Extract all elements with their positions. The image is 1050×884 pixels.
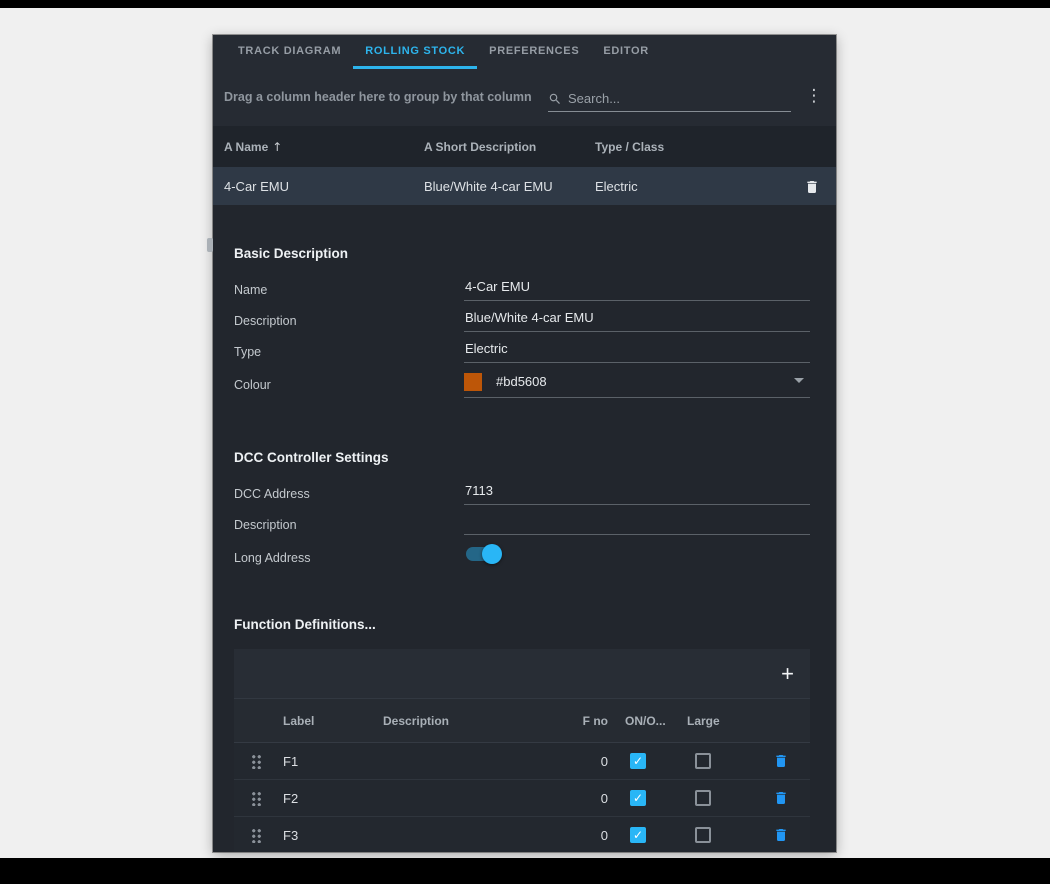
onoff-checkbox[interactable] [630,827,646,843]
stock-row-name: 4-Car EMU [224,179,424,194]
function-toolbar: + [234,649,810,699]
field-colour-label: Colour [234,378,464,392]
field-name: Name 4-Car EMU [234,274,810,305]
field-colour: Colour #bd5608 [234,367,810,403]
detail-panel: Basic Description Name 4-Car EMU Descrip… [213,205,836,852]
splitter-grip[interactable] [207,238,213,252]
onoff-checkbox[interactable] [630,790,646,806]
field-dcc-description: Description [234,509,810,540]
section-function-definitions: Function Definitions... [234,616,810,633]
column-header-description[interactable]: A Short Description [424,140,595,154]
large-checkbox[interactable] [695,753,711,769]
search-icon [548,92,562,106]
trash-icon [773,753,789,769]
stock-row-type: Electric [595,179,788,194]
long-address-toggle[interactable] [465,544,502,564]
fn-label-cell[interactable]: F2 [278,791,378,806]
delete-function-button[interactable] [769,749,793,773]
fn-label-cell[interactable]: F1 [278,754,378,769]
tab-preferences[interactable]: PREFERENCES [477,35,591,69]
fn-fno-cell[interactable]: 0 [568,828,608,843]
field-description-input[interactable]: Blue/White 4-car EMU [464,310,810,332]
column-header-type[interactable]: Type / Class [595,140,788,154]
field-type-label: Type [234,345,464,359]
field-dcc-address-label: DCC Address [234,487,464,501]
field-dcc-address-input[interactable]: 7113 [464,483,810,505]
trash-icon [773,827,789,843]
fn-column-fno[interactable]: F no [568,714,608,728]
fn-column-onoff[interactable]: ON/O... [608,714,668,728]
tab-rolling-stock[interactable]: ROLLING STOCK [353,35,477,69]
section-basic-description: Basic Description [234,245,810,262]
fn-fno-cell[interactable]: 0 [568,754,608,769]
drag-handle-icon[interactable] [251,790,262,806]
field-type-input[interactable]: Electric [464,341,810,363]
field-type: Type Electric [234,336,810,367]
colour-swatch [464,373,482,391]
large-checkbox[interactable] [695,827,711,843]
field-long-address: Long Address [234,540,810,576]
grid-toolbar: Drag a column header here to group by th… [213,69,836,126]
tab-editor[interactable]: EDITOR [591,35,661,69]
delete-function-button[interactable] [769,786,793,810]
fn-column-description[interactable]: Description [378,714,568,728]
stock-row-description: Blue/White 4-car EMU [424,179,595,194]
fn-column-label[interactable]: Label [278,714,378,728]
search-box [548,91,791,112]
more-options-icon[interactable]: ⋮ [804,86,824,106]
colour-hex-value: #bd5608 [496,374,547,389]
stock-table-row[interactable]: 4-Car EMU Blue/White 4-car EMU Electric [213,167,836,206]
drag-handle-icon[interactable] [251,753,262,769]
column-header-name-label: A Name [224,140,268,154]
field-name-label: Name [234,283,464,297]
function-row: F2 0 [234,780,810,817]
tab-bar: TRACK DIAGRAM ROLLING STOCK PREFERENCES … [213,35,836,69]
tab-track-diagram[interactable]: TRACK DIAGRAM [226,35,353,69]
function-table-header: Label Description F no ON/O... Large [234,699,810,743]
colour-dropdown[interactable]: #bd5608 [464,373,810,398]
stock-table-header: A Name ↑ A Short Description Type / Class [213,126,836,167]
trash-icon [804,179,820,195]
column-header-name[interactable]: A Name ↑ [224,140,424,154]
add-function-button[interactable]: + [781,663,794,685]
group-by-hint: Drag a column header here to group by th… [224,90,532,104]
fn-fno-cell[interactable]: 0 [568,791,608,806]
search-input[interactable] [568,91,768,106]
large-checkbox[interactable] [695,790,711,806]
app-window: TRACK DIAGRAM ROLLING STOCK PREFERENCES … [213,35,836,852]
function-definitions-card: + Label Description F no ON/O... Large F… [234,649,810,852]
delete-function-button[interactable] [769,823,793,847]
fn-column-large[interactable]: Large [668,714,738,728]
field-description-label: Description [234,314,464,328]
chevron-down-icon [794,378,804,383]
onoff-checkbox[interactable] [630,753,646,769]
section-dcc-settings: DCC Controller Settings [234,449,810,466]
sort-ascending-icon: ↑ [272,140,282,154]
fn-label-cell[interactable]: F3 [278,828,378,843]
field-description: Description Blue/White 4-car EMU [234,305,810,336]
toggle-thumb [482,544,502,564]
function-row: F1 0 [234,743,810,780]
field-name-input[interactable]: 4-Car EMU [464,279,810,301]
field-long-address-label: Long Address [234,551,464,565]
delete-stock-button[interactable] [800,175,824,199]
screen: TRACK DIAGRAM ROLLING STOCK PREFERENCES … [0,0,1050,884]
drag-handle-icon[interactable] [251,827,262,843]
field-dcc-address: DCC Address 7113 [234,478,810,509]
field-long-address-control [464,544,810,573]
field-dcc-description-label: Description [234,518,464,532]
function-row: F3 0 [234,817,810,852]
trash-icon [773,790,789,806]
field-dcc-description-input[interactable] [464,514,810,535]
